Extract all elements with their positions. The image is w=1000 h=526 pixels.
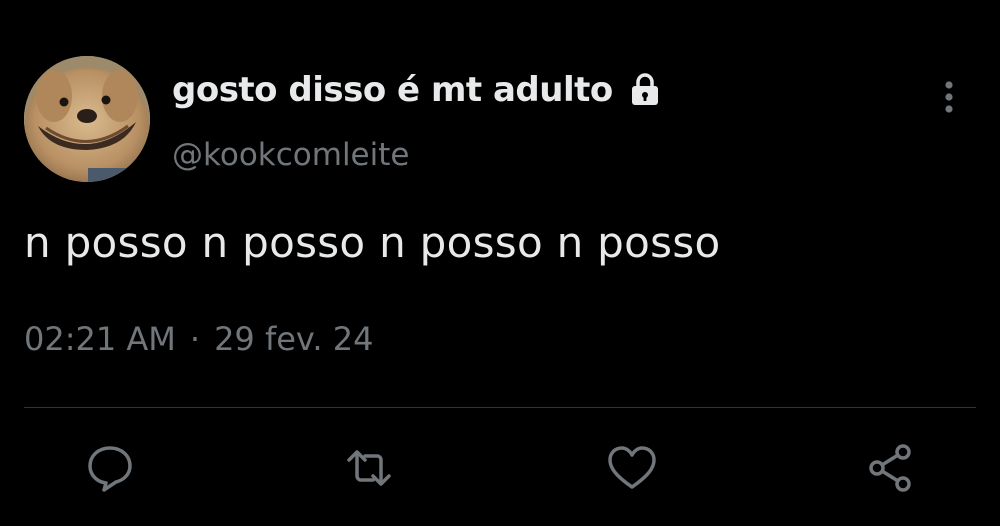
share-icon [869,444,911,492]
reply-icon [88,446,132,492]
dog-face-avatar-image [24,56,150,182]
display-name-text: gosto disso é mt adulto [172,70,613,110]
avatar[interactable] [24,56,150,182]
tweet-text: n posso n posso n posso n posso [24,218,721,267]
tweet-timestamp[interactable]: 02:21 AM · 29 fev. 24 [24,320,373,358]
meta-separator: · [189,320,201,358]
retweet-button[interactable] [343,442,395,494]
reply-button[interactable] [84,442,136,494]
handle[interactable]: @kookcomleite [172,137,409,173]
divider [24,407,976,408]
more-options-icon[interactable] [932,78,966,116]
like-button[interactable] [606,442,658,494]
tweet-date: 29 fev. 24 [214,320,374,358]
share-button[interactable] [865,442,917,494]
lock-icon [631,73,658,105]
like-icon [608,446,656,489]
display-name[interactable]: gosto disso é mt adulto [172,70,661,110]
retweet-icon [347,450,391,486]
tweet-card: gosto disso é mt adulto @kookcomleite n … [0,0,1000,526]
tweet-time: 02:21 AM [24,320,176,358]
